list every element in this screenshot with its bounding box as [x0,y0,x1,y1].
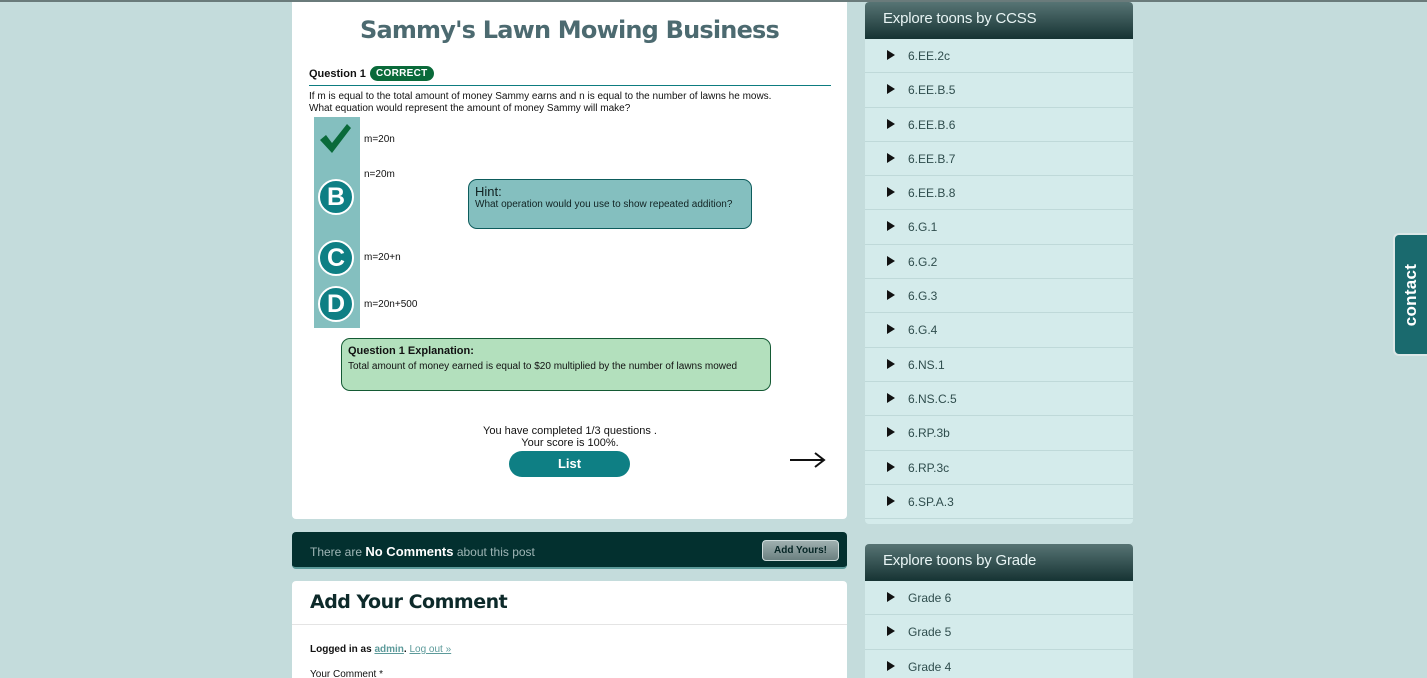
comments-bar: There are No Comments about this post Ad… [292,532,847,569]
triangle-right-icon [887,427,895,438]
score-text: Your score is 100%. [521,437,619,449]
triangle-right-icon [887,660,895,671]
grade-item-label: Grade 6 [908,591,952,605]
comment-divider [292,624,847,625]
status-badge: CORRECT [370,66,434,81]
ccss-item[interactable]: 6.NS.1 [865,348,1133,382]
triangle-right-icon [887,324,895,335]
triangle-right-icon [887,50,895,60]
ccss-item-label: 6.RP.3c [908,460,950,475]
ccss-item[interactable]: 6.EE.2c [865,39,1133,74]
comments-prefix: There are [310,545,366,559]
choice-c-text[interactable]: m=20+n [364,252,401,263]
explanation-text: Total amount of money earned is equal to… [348,361,738,372]
contact-tab[interactable]: contact [1393,233,1427,356]
grade-list: Grade 6 Grade 5 Grade 4 [865,581,1133,678]
ccss-panel-title: Explore toons by CCSS [865,2,1133,39]
comment-form-title: Add Your Comment [310,591,508,613]
triangle-right-icon [887,358,895,369]
choice-b-button[interactable]: B [318,179,354,215]
triangle-right-icon [887,187,895,198]
admin-link[interactable]: admin [374,644,403,655]
ccss-item-label: 6.G.4 [908,323,938,338]
ccss-item[interactable]: 6.G.3 [865,279,1133,314]
ccss-item-label: 6.EE.B.6 [908,117,956,132]
checkmark-icon [320,124,351,153]
ccss-item[interactable]: 6.EE.B.6 [865,108,1133,142]
grade-item[interactable]: Grade 5 [865,615,1133,650]
triangle-right-icon [887,118,895,129]
ccss-item[interactable]: 6.SP.A.3 [865,485,1133,520]
choice-b-text[interactable]: n=20m [364,169,395,180]
logged-in-prefix: Logged in as [310,644,375,655]
arrow-right-icon[interactable] [789,450,827,470]
your-comment-label: Your Comment * [310,669,383,678]
ccss-item[interactable]: 6.EE.B.7 [865,142,1133,177]
ccss-item-label: 6.G.2 [908,254,938,269]
comments-suffix: about this post [453,545,535,559]
hint-box: Hint: What operation would you use to sh… [468,179,752,229]
ccss-panel: Explore toons by CCSS 6.EE.2c 6.EE.B.5 6.E… [865,2,1133,524]
hint-title: Hint: [475,184,502,199]
ccss-list: 6.EE.2c 6.EE.B.5 6.EE.B.6 6.EE.B.7 6.EE.B.8 6… [865,39,1133,520]
ccss-item-label: 6.NS.C.5 [908,391,957,406]
grade-item[interactable]: Grade 6 [865,581,1133,616]
add-yours-button[interactable]: Add Yours! [762,540,839,561]
ccss-item-label: 6.SP.A.3 [908,494,954,509]
ccss-item-label: 6.EE.2c [908,49,951,63]
ccss-item-label: 6.NS.1 [908,357,945,372]
triangle-right-icon [887,255,895,266]
grade-panel: Explore toons by Grade Grade 6 Grade 5 Gra… [865,544,1133,678]
grade-panel-title: Explore toons by Grade [865,544,1133,581]
triangle-right-icon [887,461,895,472]
page-title: Sammy's Lawn Mowing Business [359,16,780,44]
list-button[interactable]: List [509,451,630,477]
triangle-right-icon [887,84,895,95]
triangle-right-icon [887,626,895,637]
comment-form: Add Your Comment Logged in as admin. Log… [292,581,847,678]
ccss-item[interactable]: 6.NS.C.5 [865,382,1133,417]
triangle-right-icon [887,221,895,232]
progress-text: You have completed 1/3 questions . [483,425,657,437]
question-header: Question 1 CORRECT [309,66,831,86]
logged-in-line: Logged in as admin. Log out » [310,644,451,655]
grade-item-label: Grade 5 [908,625,952,640]
ccss-item[interactable]: 6.G.4 [865,313,1133,348]
ccss-item[interactable]: 6.EE.B.5 [865,73,1133,108]
ccss-item-label: 6.RP.3b [908,426,950,441]
ccss-item[interactable]: 6.EE.B.8 [865,176,1133,211]
ccss-item-label: 6.G.1 [908,220,938,235]
logout-link[interactable]: Log out » [409,644,451,655]
hint-text: What operation would you use to show rep… [475,199,733,210]
choice-d-text[interactable]: m=20n+500 [364,299,417,310]
triangle-right-icon [887,592,895,602]
triangle-right-icon [887,152,895,163]
choice-c-button[interactable]: C [318,240,354,276]
choice-d-button[interactable]: D [318,286,354,322]
ccss-item-label: 6.G.3 [908,289,938,304]
ccss-item-label: 6.EE.B.7 [908,151,956,166]
question-label: Question 1 [309,68,366,80]
explanation-title: Question 1 Explanation: [348,345,474,357]
explanation-box: Question 1 Explanation: Total amount of … [341,338,771,391]
question-text: If m is equal to the total amount of mon… [309,91,772,114]
triangle-right-icon [887,495,895,506]
triangle-right-icon [887,290,895,301]
comments-count-text: There are No Comments about this post [310,544,535,559]
triangle-right-icon [887,392,895,403]
ccss-item-label: 6.EE.B.5 [908,83,956,98]
contact-tab-label: contact [1401,263,1420,326]
comments-highlight: No Comments [365,544,454,559]
choice-a-text[interactable]: m=20n [364,134,395,145]
ccss-item-label: 6.EE.B.8 [908,186,956,201]
ccss-item[interactable]: 6.G.2 [865,245,1133,280]
ccss-item[interactable]: 6.RP.3b [865,416,1133,451]
grade-item[interactable]: Grade 4 [865,650,1133,678]
ccss-item[interactable]: 6.RP.3c [865,451,1133,485]
grade-item-label: Grade 4 [908,659,952,674]
logged-in-period: . [403,644,407,655]
ccss-item[interactable]: 6.G.1 [865,210,1133,245]
